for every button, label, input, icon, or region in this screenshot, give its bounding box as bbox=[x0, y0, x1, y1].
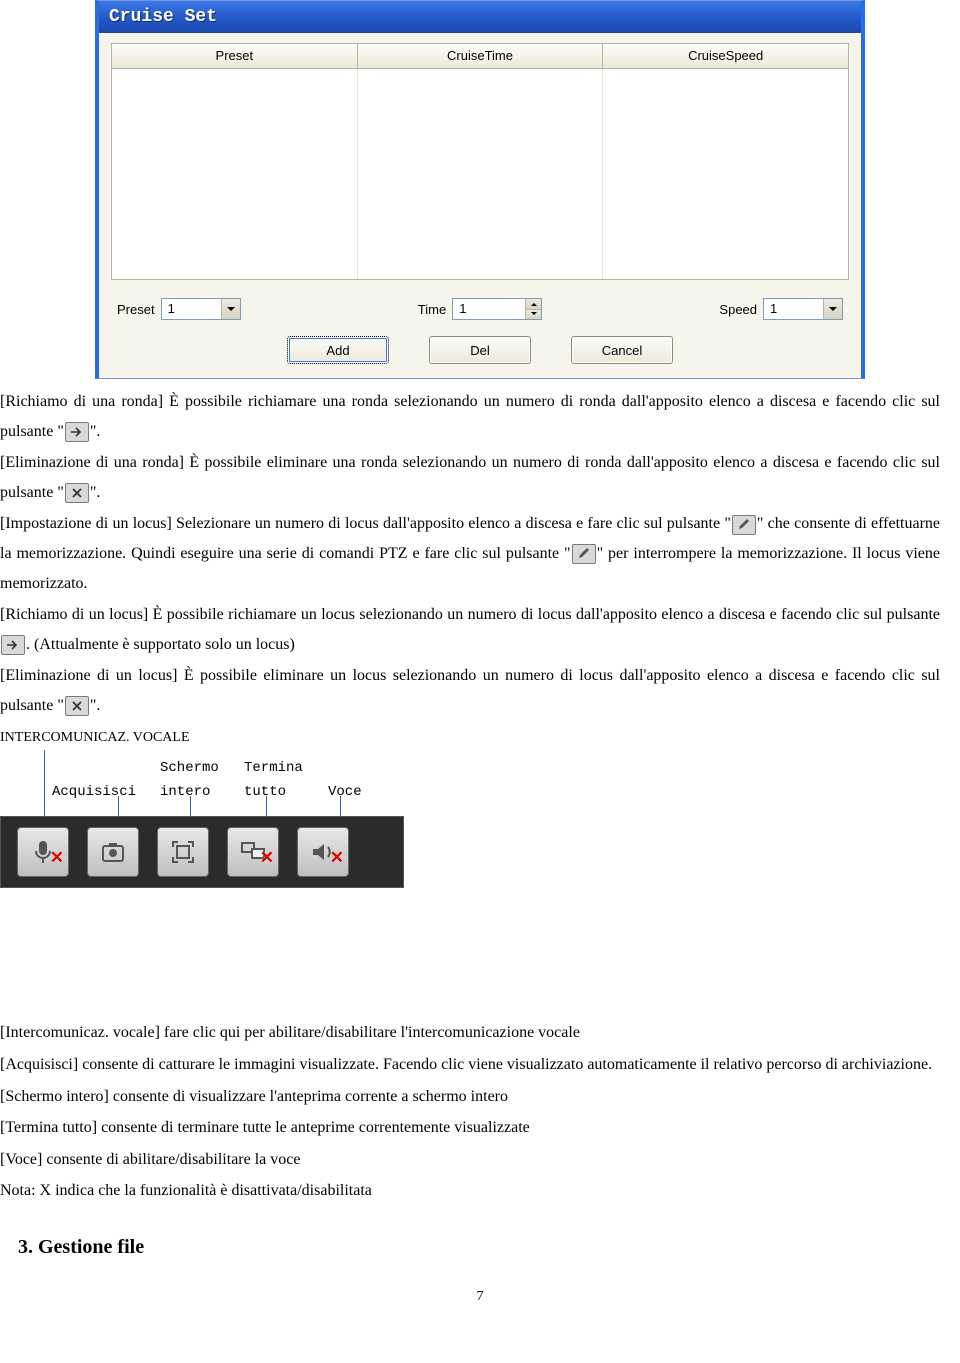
paragraph-richiamo-ronda: [Richiamo di una ronda] È possibile rich… bbox=[0, 387, 940, 446]
speed-value: 1 bbox=[770, 298, 777, 320]
desc-voce: [Voce] consente di abilitare/disabilitar… bbox=[0, 1145, 940, 1175]
label-schermo-2: intero bbox=[160, 780, 210, 806]
fullscreen-button[interactable] bbox=[157, 827, 209, 877]
col-cruisespeed-header[interactable]: CruiseSpeed bbox=[602, 43, 849, 69]
speed-combo[interactable]: 1 bbox=[763, 298, 843, 320]
disabled-x-icon: ✕ bbox=[260, 842, 274, 873]
add-button[interactable]: Add bbox=[287, 336, 389, 364]
callout-line bbox=[44, 750, 45, 816]
stop-all-button[interactable]: ✕ bbox=[227, 827, 279, 877]
column-headers: Preset CruiseTime CruiseSpeed bbox=[111, 43, 849, 69]
paragraph-eliminazione-locus: [Eliminazione di un locus] È possibile e… bbox=[0, 661, 940, 720]
dialog-titlebar: Cruise Set bbox=[99, 1, 861, 33]
voice-intercom-heading: INTERCOMUNICAZ. VOCALE bbox=[0, 725, 940, 751]
paragraph-impostazione-locus: [Impostazione di un locus] Selezionare u… bbox=[0, 509, 940, 598]
delete-x-icon bbox=[65, 483, 89, 503]
label-termina-1: Termina bbox=[244, 756, 303, 782]
time-label: Time bbox=[418, 302, 446, 317]
paragraph-eliminazione-ronda: [Eliminazione di una ronda] È possibile … bbox=[0, 448, 940, 507]
desc-acquisisci: [Acquisisci] consente di catturare le im… bbox=[0, 1050, 940, 1080]
page-number: 7 bbox=[0, 1289, 960, 1305]
disabled-x-icon: ✕ bbox=[50, 842, 64, 873]
delete-x-icon bbox=[65, 696, 89, 716]
callout-line bbox=[340, 796, 341, 816]
arrow-right-icon bbox=[65, 422, 89, 442]
media-toolbar: ✕ ✕ ✕ bbox=[0, 816, 404, 888]
chevron-down-icon[interactable] bbox=[823, 299, 842, 319]
pencil-icon bbox=[572, 544, 596, 564]
audio-button[interactable]: ✕ bbox=[297, 827, 349, 877]
label-voce: Voce bbox=[328, 780, 362, 806]
cruise-set-dialog: Cruise Set Preset CruiseTime CruiseSpeed… bbox=[95, 0, 865, 379]
voice-intercom-button[interactable]: ✕ bbox=[17, 827, 69, 877]
desc-termina-tutto: [Termina tutto] consente di terminare tu… bbox=[0, 1113, 940, 1143]
capture-button[interactable] bbox=[87, 827, 139, 877]
cancel-button[interactable]: Cancel bbox=[571, 336, 673, 364]
preset-label: Preset bbox=[117, 302, 155, 317]
col-cruisespeed-body bbox=[603, 69, 848, 279]
list-body[interactable] bbox=[111, 69, 849, 280]
desc-note: Nota: X indica che la funzionalità è dis… bbox=[0, 1176, 940, 1206]
label-schermo-1: Schermo bbox=[160, 756, 219, 782]
col-cruisetime-body bbox=[358, 69, 604, 279]
chevron-down-icon[interactable] bbox=[221, 299, 240, 319]
paragraph-richiamo-locus: [Richiamo di un locus] È possibile richi… bbox=[0, 600, 940, 659]
section-3-heading: 3. Gestione file bbox=[18, 1236, 960, 1259]
disabled-x-icon: ✕ bbox=[330, 842, 344, 873]
preset-value: 1 bbox=[168, 298, 175, 320]
time-spinner[interactable]: 1 bbox=[452, 298, 542, 320]
time-value: 1 bbox=[459, 298, 466, 320]
toolbar-label-callouts: Schermo Termina Acquisisci intero tutto … bbox=[0, 750, 940, 816]
label-termina-2: tutto bbox=[244, 780, 286, 806]
callout-line bbox=[118, 796, 119, 816]
callout-line bbox=[266, 796, 267, 816]
label-acquisisci: Acquisisci bbox=[52, 780, 136, 806]
speed-label: Speed bbox=[719, 302, 757, 317]
del-button[interactable]: Del bbox=[429, 336, 531, 364]
spinner-down-icon[interactable] bbox=[525, 310, 541, 320]
fullscreen-icon bbox=[168, 837, 198, 867]
desc-schermo-intero: [Schermo intero] consente di visualizzar… bbox=[0, 1082, 940, 1112]
preset-combo[interactable]: 1 bbox=[161, 298, 241, 320]
callout-line bbox=[190, 796, 191, 816]
col-preset-header[interactable]: Preset bbox=[111, 43, 357, 69]
col-cruisetime-header[interactable]: CruiseTime bbox=[357, 43, 603, 69]
dialog-title: Cruise Set bbox=[109, 7, 217, 27]
pencil-icon bbox=[732, 515, 756, 535]
spinner-up-icon[interactable] bbox=[525, 299, 541, 310]
camera-icon bbox=[98, 837, 128, 867]
arrow-right-icon bbox=[1, 635, 25, 655]
desc-intercom: [Intercomunicaz. vocale] fare clic qui p… bbox=[0, 1018, 940, 1048]
col-preset-body bbox=[112, 69, 358, 279]
